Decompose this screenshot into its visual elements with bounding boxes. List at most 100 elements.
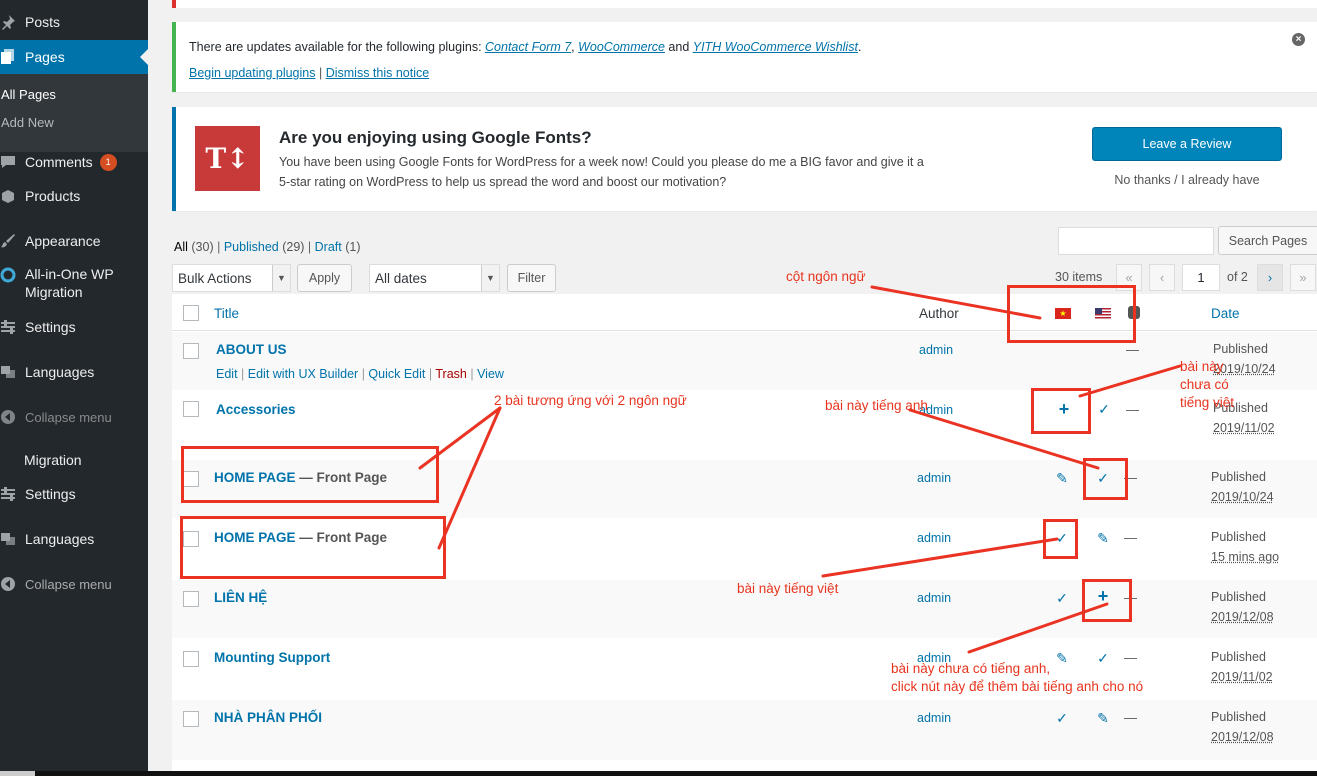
sidebar-item-languages-2[interactable]: Languages (0, 522, 148, 556)
comments-count-badge: 1 (99, 153, 117, 171)
author-link[interactable]: admin (917, 471, 951, 485)
annotation-box-en-check (1083, 458, 1128, 500)
google-fonts-notice: T↕ Are you enjoying using Google Fonts? … (172, 107, 1317, 211)
error-notice-edge (172, 0, 1317, 8)
date-cell: Published 2019/12/08 (1211, 590, 1274, 624)
chevron-down-icon: ▼ (272, 265, 290, 291)
apply-button[interactable]: Apply (297, 264, 352, 292)
search-pages-button[interactable]: Search Pages (1218, 226, 1317, 255)
page-title-link[interactable]: Accessories (216, 402, 296, 417)
page-title-link[interactable]: NHÀ PHÂN PHỐI (214, 710, 322, 725)
annotation-box-home-page-1 (181, 446, 439, 503)
settings-icon (0, 485, 24, 503)
sidebar-item-settings[interactable]: Settings (0, 310, 148, 344)
sidebar-item-products[interactable]: Products (0, 179, 148, 213)
collapse-icon (0, 575, 24, 593)
collapse-icon (0, 408, 24, 426)
annotation-box-vi-check (1043, 519, 1078, 559)
row-checkbox[interactable] (183, 401, 199, 417)
filter-all[interactable]: All (30) (174, 240, 214, 254)
author-link[interactable]: admin (917, 711, 951, 725)
table-row: NHÀ PHÂN PHỐI admin ✓ ✎ — Published 2019/… (172, 700, 1317, 760)
row-checkbox[interactable] (183, 651, 199, 667)
sidebar-item-appearance[interactable]: Appearance (0, 224, 148, 258)
translation-check-icon[interactable]: ✓ (1095, 401, 1113, 418)
translation-check-icon[interactable]: ✓ (1053, 710, 1071, 727)
annotation-box-home-page-2 (180, 516, 446, 579)
sidebar-item-posts[interactable]: Posts (0, 5, 148, 39)
plugin-link-contact-form-7[interactable]: Contact Form 7 (485, 40, 571, 54)
admin-sidebar: Posts Pages All Pages Add New Comments 1… (0, 0, 148, 776)
plugin-link-yith-wishlist[interactable]: YITH WooCommerce Wishlist (693, 40, 858, 54)
annotation-two-posts: 2 bài tương ứng với 2 ngôn ngữ (494, 393, 687, 408)
google-fonts-message: You have been using Google Fonts for Wor… (279, 155, 924, 189)
table-row: ABOUT US Edit | Edit with UX Builder | Q… (172, 332, 1317, 390)
date-cell: Published 2019/10/24 (1211, 470, 1274, 504)
select-all-checkbox[interactable] (183, 305, 199, 321)
pages-icon (0, 48, 24, 66)
plugin-updates-notice: There are updates available for the foll… (172, 22, 1317, 92)
filter-button[interactable]: Filter (507, 264, 556, 292)
comments-icon (0, 153, 24, 171)
sidebar-item-languages[interactable]: Languages (0, 355, 148, 389)
plugin-link-woocommerce[interactable]: WooCommerce (578, 40, 665, 54)
trash-link[interactable]: Trash (435, 367, 467, 381)
author-link[interactable]: admin (917, 531, 951, 545)
edit-translation-pencil-icon[interactable]: ✎ (1094, 530, 1112, 547)
sidebar-collapse-ghost[interactable]: Collapse menu (0, 400, 148, 434)
edit-translation-pencil-icon[interactable]: ✎ (1094, 710, 1112, 727)
sidebar-item-all-in-one-migration[interactable]: All-in-One WP Migration (0, 265, 148, 305)
page-title-link[interactable]: Mounting Support (214, 650, 330, 665)
close-icon[interactable]: × (1292, 33, 1305, 46)
current-page-input[interactable]: 1 (1182, 264, 1220, 291)
date-cell: Published 15 mins ago (1211, 530, 1280, 564)
page-title-link[interactable]: ABOUT US (216, 342, 287, 357)
author-link[interactable]: admin (919, 343, 953, 357)
search-input[interactable] (1058, 227, 1214, 255)
last-page-button[interactable]: » (1290, 264, 1316, 291)
filter-draft[interactable]: Draft (1) (315, 240, 361, 254)
annotation-language-column: cột ngôn ngữ (786, 269, 866, 284)
column-date[interactable]: Date (1211, 306, 1240, 321)
column-title[interactable]: Title (214, 306, 239, 321)
leave-review-button[interactable]: Leave a Review (1092, 127, 1282, 161)
row-checkbox[interactable] (183, 343, 199, 359)
view-link[interactable]: View (477, 367, 504, 381)
edit-link[interactable]: Edit (216, 367, 238, 381)
date-cell: Published 2019/12/08 (1211, 710, 1274, 744)
submenu-add-new[interactable]: Add New (1, 115, 54, 130)
prev-page-button[interactable]: ‹ (1149, 264, 1175, 291)
sidebar-item-pages[interactable]: Pages (0, 40, 148, 74)
horizontal-scrollbar[interactable] (35, 771, 1317, 776)
bulk-actions-select[interactable]: Bulk Actions ▼ (172, 264, 291, 292)
next-page-button[interactable]: › (1257, 264, 1283, 291)
no-thanks-link[interactable]: No thanks / I already have (1092, 173, 1282, 187)
row-actions: Edit | Edit with UX Builder | Quick Edit… (216, 367, 504, 381)
page-title-link[interactable]: LIÊN HỆ (214, 590, 267, 605)
row-checkbox[interactable] (183, 711, 199, 727)
status-filter-links: All (30) | Published (29) | Draft (1) (174, 240, 361, 254)
submenu-all-pages[interactable]: All Pages (1, 87, 56, 102)
sidebar-item-comments[interactable]: Comments 1 (0, 145, 148, 179)
scrollbar-thumb[interactable] (0, 771, 35, 776)
dismiss-notice-link[interactable]: Dismiss this notice (326, 66, 430, 80)
chevron-down-icon: ▼ (481, 265, 499, 291)
quick-edit-link[interactable]: Quick Edit (368, 367, 425, 381)
date-filter-select[interactable]: All dates ▼ (369, 264, 500, 292)
edit-translation-pencil-icon[interactable]: ✎ (1053, 470, 1071, 487)
annotation-english-post: bài này tiếng anh (825, 398, 928, 413)
begin-updating-link[interactable]: Begin updating plugins (189, 66, 316, 80)
sidebar-item-migration[interactable]: Migration (0, 443, 148, 477)
edit-ux-builder-link[interactable]: Edit with UX Builder (248, 367, 358, 381)
annotation-vietnamese-post: bài này tiếng việt (737, 581, 839, 596)
sidebar-item-settings-2[interactable]: Settings (0, 477, 148, 511)
date-cell: Published 2019/11/02 (1211, 650, 1273, 684)
sidebar-collapse-menu[interactable]: Collapse menu (0, 567, 148, 601)
google-fonts-title: Are you enjoying using Google Fonts? (279, 128, 592, 147)
pages-submenu: All Pages Add New (0, 74, 148, 152)
row-checkbox[interactable] (183, 591, 199, 607)
translation-check-icon[interactable]: ✓ (1053, 590, 1071, 607)
filter-published[interactable]: Published (29) (224, 240, 305, 254)
author-link[interactable]: admin (917, 591, 951, 605)
total-pages: of 2 (1227, 270, 1248, 284)
